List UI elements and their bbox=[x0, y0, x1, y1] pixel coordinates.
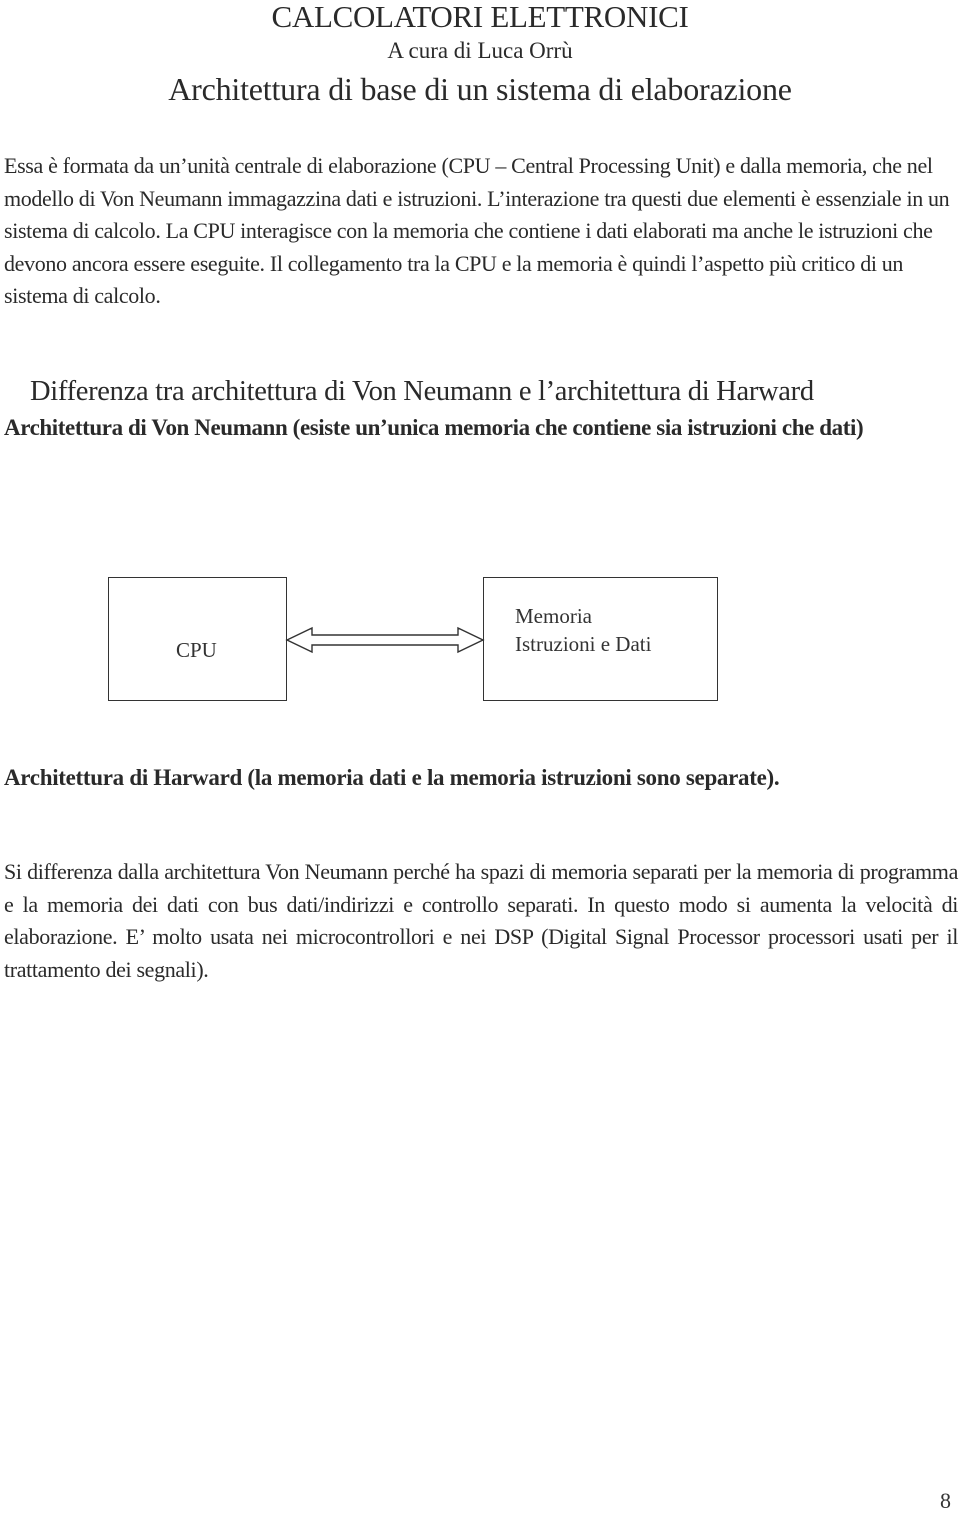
document-heading: Architettura di base di un sistema di el… bbox=[168, 71, 792, 107]
bus-arrow-shape bbox=[285, 626, 485, 654]
page-number: 8 bbox=[940, 1488, 951, 1513]
memory-label: Memoria bbox=[515, 604, 592, 628]
intro-paragraph: Essa è formata da un’unità centrale di e… bbox=[4, 153, 950, 308]
cpu-label: CPU bbox=[176, 638, 217, 662]
memory-sublabel: Istruzioni e Dati bbox=[515, 632, 652, 656]
double-headed-arrow-icon bbox=[285, 626, 485, 654]
von-neumann-heading: Architettura di Von Neumann (esiste un’u… bbox=[4, 415, 864, 440]
document-title: CALCOLATORI ELETTRONICI bbox=[271, 0, 689, 34]
harvard-paragraph: Si differenza dalla architettura Von Neu… bbox=[4, 859, 958, 982]
harvard-heading: Architettura di Harward (la memoria dati… bbox=[4, 765, 780, 790]
document-author: A cura di Luca Orrù bbox=[387, 38, 573, 63]
comparison-section-title: Differenza tra architettura di Von Neuma… bbox=[30, 376, 814, 407]
